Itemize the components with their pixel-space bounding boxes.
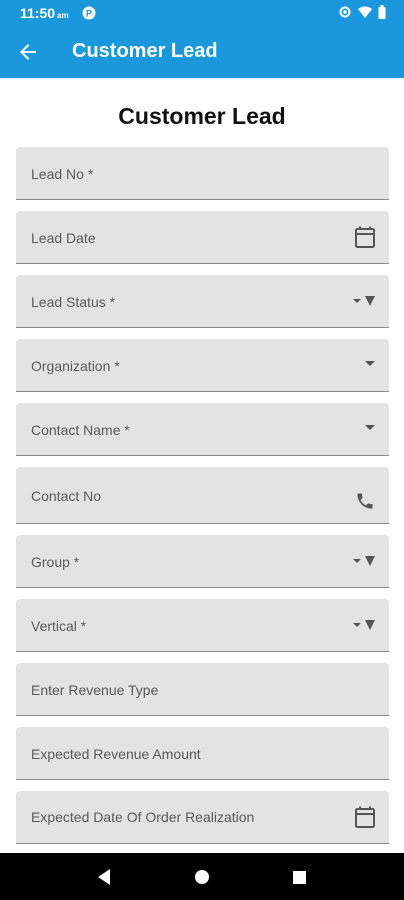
- back-button[interactable]: [14, 38, 42, 66]
- revenue-type-label: Enter Revenue Type: [31, 682, 159, 698]
- revenue-type-field[interactable]: Enter Revenue Type: [16, 663, 389, 716]
- nav-recents-button[interactable]: [287, 865, 311, 889]
- wifi-icon: [358, 6, 372, 18]
- phone-icon[interactable]: [355, 491, 375, 511]
- status-bar: 11:50 am P: [0, 0, 404, 26]
- nav-home-icon: [195, 870, 209, 884]
- expected-order-date-field[interactable]: Expected Date Of Order Realization: [16, 791, 389, 844]
- app-bar: Customer Lead: [0, 26, 404, 78]
- location-icon: [338, 5, 352, 19]
- organization-field[interactable]: Organization *: [16, 339, 389, 392]
- nav-recents-icon: [292, 870, 306, 884]
- battery-icon: [378, 5, 386, 19]
- dropdown-arrow-icon[interactable]: [353, 295, 375, 307]
- calendar-icon[interactable]: [355, 226, 375, 248]
- status-time: 11:50 am: [20, 5, 69, 21]
- nav-back-icon: [98, 869, 110, 885]
- arrow-back-icon: [20, 44, 36, 60]
- group-label: Group *: [31, 554, 80, 570]
- expected-revenue-amount-field[interactable]: Expected Revenue Amount: [16, 727, 389, 780]
- contact-no-label: Contact No: [31, 488, 102, 504]
- lead-date-field[interactable]: Lead Date: [16, 211, 389, 264]
- contact-no-field[interactable]: Contact No: [16, 467, 389, 524]
- notification-app-icon: P: [82, 6, 96, 20]
- page-title: Customer Lead: [118, 103, 286, 129]
- vertical-label: Vertical *: [31, 618, 87, 634]
- group-field[interactable]: Group *: [16, 535, 389, 588]
- expected-revenue-amount-label: Expected Revenue Amount: [31, 746, 201, 762]
- expected-order-date-label: Expected Date Of Order Realization: [31, 809, 255, 825]
- svg-text:P: P: [86, 9, 92, 19]
- status-ampm: am: [57, 11, 69, 20]
- dropdown-arrow-icon[interactable]: [353, 555, 375, 567]
- lead-status-label: Lead Status *: [31, 294, 116, 310]
- nav-back-button[interactable]: [92, 865, 116, 889]
- lead-no-field[interactable]: Lead No *: [16, 147, 389, 200]
- contact-name-field[interactable]: Contact Name *: [16, 403, 389, 456]
- nav-home-button[interactable]: [190, 865, 214, 889]
- dropdown-arrow-icon[interactable]: [365, 425, 375, 431]
- lead-date-label: Lead Date: [31, 230, 96, 246]
- organization-label: Organization *: [31, 358, 120, 374]
- lead-status-field[interactable]: Lead Status *: [16, 275, 389, 328]
- app-bar-title: Customer Lead: [72, 40, 218, 62]
- system-nav-bar: [0, 853, 404, 900]
- contact-name-label: Contact Name *: [31, 422, 130, 438]
- calendar-icon[interactable]: [355, 806, 375, 828]
- dropdown-arrow-icon[interactable]: [353, 619, 375, 631]
- lead-no-label: Lead No *: [31, 166, 94, 182]
- vertical-field[interactable]: Vertical *: [16, 599, 389, 652]
- dropdown-arrow-icon[interactable]: [365, 361, 375, 367]
